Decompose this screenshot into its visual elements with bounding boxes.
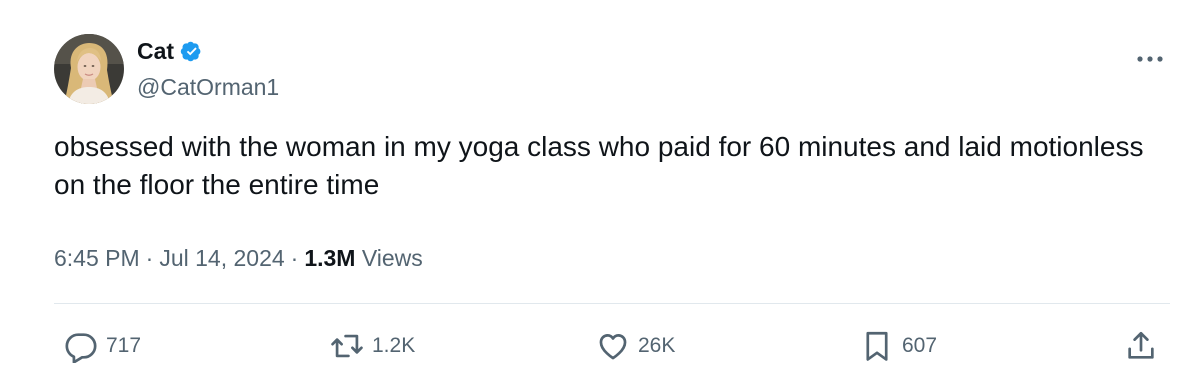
- reply-count: 717: [106, 334, 142, 357]
- repost-button[interactable]: 1.2K: [330, 328, 415, 364]
- tweet-date[interactable]: Jul 14, 2024: [159, 245, 284, 271]
- verified-badge-icon: [180, 39, 204, 63]
- author-display-name[interactable]: Cat: [137, 36, 174, 66]
- author-handle[interactable]: @CatOrman1: [137, 72, 279, 102]
- repost-icon: [331, 334, 363, 358]
- author-name-row[interactable]: Cat: [137, 36, 204, 66]
- reply-button[interactable]: 717: [64, 328, 141, 364]
- tweet-meta: 6:45 PM · Jul 14, 2024 · 1.3M Views: [54, 242, 423, 274]
- more-icon: [1137, 56, 1163, 62]
- share-icon: [1128, 331, 1154, 359]
- meta-separator: ·: [290, 245, 299, 271]
- share-button[interactable]: [1124, 328, 1158, 364]
- bookmark-count: 607: [902, 334, 938, 357]
- like-button[interactable]: 26K: [596, 328, 675, 364]
- avatar-image: [54, 34, 124, 104]
- bookmark-button[interactable]: 607: [860, 328, 937, 364]
- reply-icon: [65, 333, 97, 363]
- like-count: 26K: [638, 334, 676, 357]
- tweet-text: obsessed with the woman in my yoga class…: [54, 131, 1144, 200]
- action-divider: [54, 303, 1170, 304]
- views-label: Views: [361, 245, 423, 271]
- author-avatar[interactable]: [54, 34, 124, 104]
- tweet-time[interactable]: 6:45 PM: [54, 245, 140, 271]
- views-count: 1.3M: [304, 245, 356, 271]
- repost-count: 1.2K: [372, 334, 416, 357]
- meta-separator: ·: [145, 245, 154, 271]
- bookmark-icon: [866, 331, 888, 361]
- heart-icon: [599, 334, 627, 360]
- more-options-button[interactable]: [1128, 44, 1172, 74]
